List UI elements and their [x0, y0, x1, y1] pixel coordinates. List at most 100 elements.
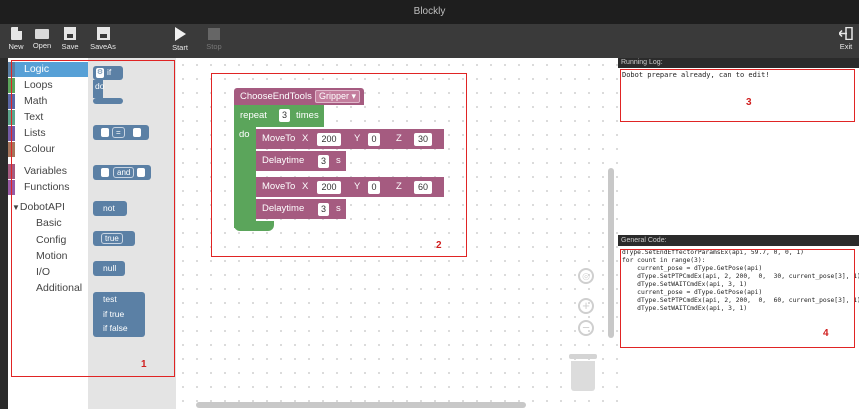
- if-true-label: if true: [103, 309, 125, 319]
- null-block[interactable]: null: [93, 261, 125, 276]
- category-dobotapi[interactable]: ▼DobotAPI: [8, 200, 88, 215]
- x-label: X: [302, 181, 309, 192]
- annotation-label-1: 1: [141, 359, 147, 370]
- workspace-canvas[interactable]: ChooseEndTools Gripper ▾ repeat 3 times …: [176, 58, 618, 409]
- true-dropdown[interactable]: true: [101, 233, 123, 244]
- category-additional[interactable]: Additional: [8, 281, 88, 296]
- gear-icon: ⚙: [96, 68, 104, 78]
- category-lists[interactable]: Lists: [8, 126, 88, 141]
- y-value-field[interactable]: 0: [368, 181, 380, 194]
- annotation-label-4: 4: [823, 328, 829, 339]
- z-label: Z: [396, 133, 402, 144]
- category-variables[interactable]: Variables: [8, 164, 88, 179]
- new-file-icon: [10, 27, 22, 40]
- ternary-block[interactable]: test if true if false: [93, 292, 145, 337]
- repeat-bottom: [234, 221, 274, 231]
- expand-triangle-icon: ▼: [12, 203, 20, 212]
- vertical-scrollbar[interactable]: [608, 168, 614, 338]
- category-math-label: Math: [24, 95, 48, 107]
- delaytime-value-field[interactable]: 3: [318, 155, 329, 168]
- exit-icon: [839, 27, 853, 40]
- category-functions-label: Functions: [24, 181, 70, 193]
- not-block[interactable]: not: [93, 201, 127, 216]
- compare-block[interactable]: =: [93, 125, 149, 140]
- category-functions[interactable]: Functions: [8, 180, 88, 195]
- x-value-field[interactable]: 200: [317, 133, 341, 146]
- true-block[interactable]: true: [93, 231, 135, 246]
- horizontal-scrollbar[interactable]: [196, 402, 526, 408]
- recenter-icon[interactable]: ◎: [578, 268, 594, 284]
- code-line: dType.SetPTPCmdEx(api, 2, 200, 0, 60, cu…: [622, 297, 859, 304]
- block-flyout: ⚙ if do = and not true null test if true…: [88, 58, 176, 409]
- exit-button-label: Exit: [839, 42, 853, 51]
- category-math[interactable]: Math: [8, 94, 88, 109]
- delaytime-label: Delaytime: [262, 155, 305, 166]
- category-text[interactable]: Text: [8, 110, 88, 125]
- test-label: test: [103, 294, 117, 304]
- category-basic[interactable]: Basic: [8, 216, 88, 231]
- exit-button[interactable]: Exit: [836, 26, 856, 56]
- zoom-in-icon[interactable]: +: [578, 298, 594, 314]
- stop-icon: [208, 28, 220, 40]
- category-loops[interactable]: Loops: [8, 78, 88, 93]
- category-colour[interactable]: Colour: [8, 142, 88, 157]
- repeat-count-field[interactable]: 3: [279, 109, 290, 122]
- choose-end-tools-label: ChooseEndTools: [240, 91, 312, 102]
- category-config[interactable]: Config: [8, 233, 88, 248]
- start-button-label: Start: [172, 43, 188, 52]
- compare-operator[interactable]: =: [112, 127, 125, 138]
- annotation-label-2: 2: [436, 240, 442, 251]
- and-block[interactable]: and: [93, 165, 151, 180]
- delaytime-value-field[interactable]: 3: [318, 203, 329, 216]
- repeat-label: repeat: [240, 110, 267, 121]
- saveas-button[interactable]: SaveAs: [85, 26, 121, 56]
- save-button[interactable]: Save: [58, 26, 82, 56]
- category-io[interactable]: I/O: [8, 265, 88, 280]
- category-io-label: I/O: [36, 266, 51, 278]
- compare-left-slot: [101, 128, 109, 137]
- y-label: Y: [354, 181, 361, 192]
- choose-end-tools-block[interactable]: ChooseEndTools Gripper ▾: [234, 88, 364, 105]
- category-variables-label: Variables: [24, 165, 67, 177]
- play-icon: [174, 27, 186, 41]
- stop-button[interactable]: Stop: [202, 26, 226, 56]
- moveto-label: MoveTo: [262, 133, 296, 144]
- open-button[interactable]: Open: [30, 26, 54, 56]
- delaytime-block-1[interactable]: Delaytime 3 s: [256, 151, 346, 171]
- category-colour-label: Colour: [24, 143, 55, 155]
- start-button[interactable]: Start: [166, 26, 194, 56]
- category-lists-label: Lists: [24, 127, 46, 139]
- compare-right-slot: [133, 128, 141, 137]
- category-logic[interactable]: Logic: [8, 62, 88, 77]
- repeat-block[interactable]: repeat 3 times: [234, 105, 324, 127]
- annotation-label-3: 3: [746, 97, 752, 108]
- and-operator[interactable]: and: [113, 167, 135, 178]
- code-line: for count in range(3):: [622, 257, 706, 264]
- save-icon: [64, 27, 76, 40]
- moveto-block-1[interactable]: MoveTo X 200 Y 0 Z 30: [256, 129, 444, 149]
- moveto-label: MoveTo: [262, 181, 296, 192]
- running-log-panel[interactable]: Dobot prepare already, can to edit!: [618, 68, 859, 235]
- moveto-block-2[interactable]: MoveTo X 200 Y 0 Z 60: [256, 177, 444, 197]
- z-value-field[interactable]: 30: [414, 133, 432, 146]
- trash-icon[interactable]: [569, 354, 597, 392]
- y-value-field[interactable]: 0: [368, 133, 380, 146]
- category-motion-label: Motion: [36, 250, 68, 262]
- code-line: dType.SetWAITCmdEx(api, 3, 1): [622, 281, 748, 288]
- x-label: X: [302, 133, 309, 144]
- delaytime-label: Delaytime: [262, 203, 305, 214]
- zoom-out-icon[interactable]: −: [578, 320, 594, 336]
- window-title: Blockly: [0, 0, 859, 24]
- code-line: dType.SetEndEffectorParamsEx(api, 59.7, …: [622, 249, 804, 256]
- delaytime-block-2[interactable]: Delaytime 3 s: [256, 199, 346, 219]
- if-block-do: do: [93, 80, 113, 94]
- if-block[interactable]: ⚙ if: [93, 66, 123, 80]
- category-motion[interactable]: Motion: [8, 249, 88, 264]
- and-right-slot: [137, 168, 145, 177]
- repeat-do-label: do: [239, 129, 250, 140]
- times-label: times: [296, 110, 319, 121]
- new-button[interactable]: New: [5, 26, 27, 56]
- z-value-field[interactable]: 60: [414, 181, 432, 194]
- gripper-dropdown[interactable]: Gripper ▾: [315, 90, 361, 103]
- x-value-field[interactable]: 200: [317, 181, 341, 194]
